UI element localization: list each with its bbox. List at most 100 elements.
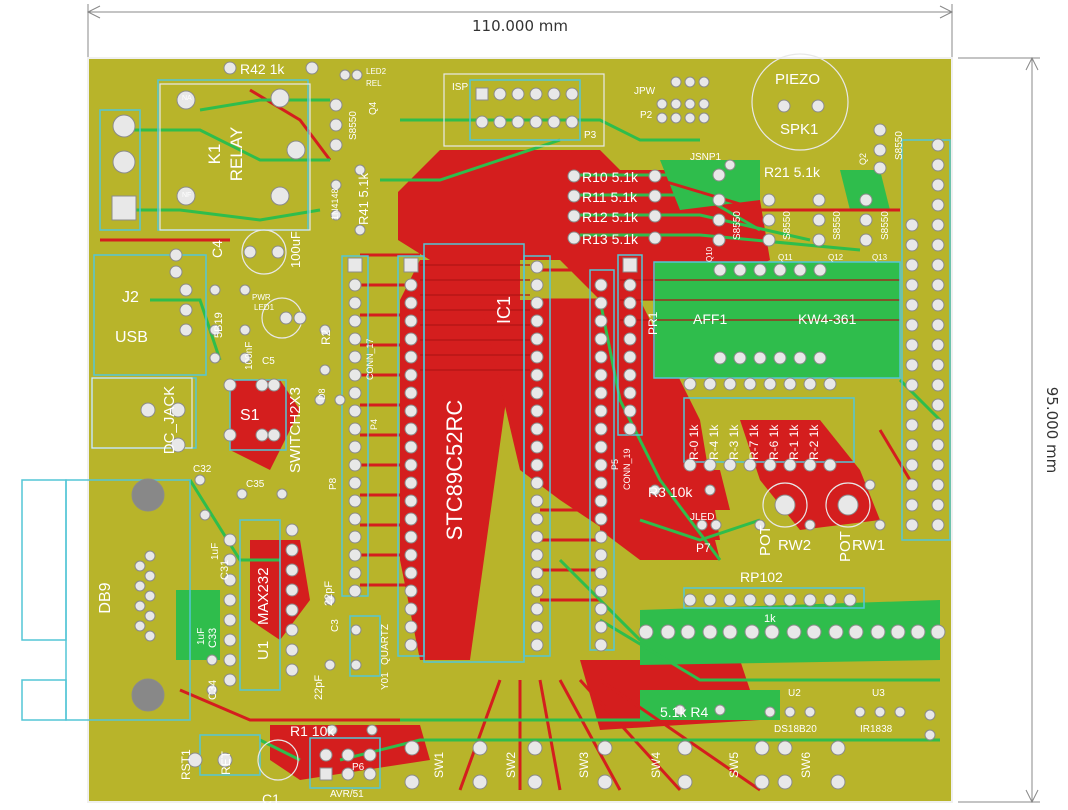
rw1-label: RW1: [852, 537, 885, 554]
quartz-label: QUARTZ: [380, 624, 391, 665]
q2-model-label: S8550: [894, 131, 905, 160]
dimension-height-label: 95.000 mm: [1043, 387, 1061, 473]
c34-label: C34: [207, 680, 219, 700]
c4-value-label: 100uF: [288, 231, 303, 268]
r10-label: R10 5.1k: [582, 169, 639, 185]
p8-label: P8: [328, 477, 339, 490]
p4-label: P4: [369, 419, 379, 430]
sw6-label: SW6: [799, 752, 813, 778]
r7-label: R-7 1k: [747, 424, 761, 460]
q4-label: Q4: [368, 101, 379, 115]
c22pf-a-label: 22pF: [323, 581, 335, 606]
q12-label: Q12: [828, 253, 844, 262]
q4-model-label: S8550: [348, 111, 359, 140]
u2-label: U2: [788, 688, 801, 699]
dimension-height: [958, 56, 1040, 804]
u1-label: U1: [255, 641, 272, 660]
c5-value-label: 100nF: [244, 342, 255, 370]
q11-label: Q11: [778, 253, 793, 262]
usb-label: USB: [115, 329, 148, 346]
j1-label: J1: [33, 591, 52, 609]
y01-label: Y01: [380, 672, 391, 690]
r3b-label: R-3 1k: [727, 424, 741, 460]
lcd12864-label: LCD12864/24M128: [972, 211, 982, 289]
display2-label: DISPLAY2: [958, 216, 969, 263]
c1-label: C1: [262, 791, 280, 807]
kw4-label: KW4-361: [798, 311, 857, 327]
r42-label: R42 1k: [240, 61, 285, 77]
jled-label: JLED: [690, 512, 714, 523]
avr51-label: AVR/51: [330, 789, 364, 800]
sw4-label: SW4: [649, 752, 663, 778]
c33-label: C33: [207, 628, 219, 648]
dc-jack-label: DC_JACK: [161, 386, 178, 454]
r21-label: R21 5.1k: [764, 164, 821, 180]
rp102-label: RP102: [740, 569, 783, 585]
mcu-label: STC89C52RC: [442, 400, 467, 541]
isp-label: ISP: [452, 82, 468, 93]
p2-label: P2: [640, 110, 653, 121]
db9-label: DB9: [97, 582, 114, 613]
c31-value-label: 1uF: [210, 543, 221, 560]
k2-conn3-label: K2 CONN_3: [63, 64, 85, 175]
c33-value-label: 1uF: [196, 628, 207, 645]
ds18b20-label: DS18B20: [774, 724, 817, 735]
conn17-label: CONN_17: [365, 338, 375, 380]
ir1838-label: IR1838: [860, 724, 893, 735]
r13-label: R13 5.1k: [582, 231, 639, 247]
jsnp1-label: JSNP1: [690, 152, 722, 163]
r1b-label: R-1 1k: [787, 424, 801, 460]
relay-label: RELAY: [227, 127, 246, 182]
j2-label: J2: [122, 289, 139, 306]
jpw-label: JPW: [634, 86, 656, 97]
pot2-label: POT: [757, 525, 774, 556]
r0-label: R-0 1k: [687, 424, 701, 460]
k1-label: K1: [205, 144, 224, 165]
max232-label: MAX232: [255, 567, 272, 625]
r12-label: R12 5.1k: [582, 209, 639, 225]
r11-label: R11 5.1k: [582, 189, 638, 205]
pr1-label: PR1: [646, 311, 660, 335]
p7-label: P7: [696, 541, 711, 555]
c31-label: C31: [219, 560, 231, 580]
ret-label: RET: [219, 750, 233, 775]
led1-label: LED1: [254, 303, 275, 312]
led2-label: LED2: [366, 67, 387, 76]
c35-label: C35: [246, 479, 265, 490]
r6-label: R-6 1k: [767, 424, 781, 460]
pwr-label: PWR: [252, 293, 271, 302]
p3-label: P3: [584, 130, 597, 141]
lcd16x2-label: LCD16X2: [980, 353, 991, 397]
switch-label: SWITCH2X3: [287, 387, 304, 473]
con1-label: CON1: [73, 398, 90, 443]
nf-label: NF: [182, 192, 191, 199]
spk1-label: SPK1: [780, 121, 818, 138]
d8-label: D8: [317, 388, 327, 400]
q12-model-label: S8550: [832, 211, 843, 240]
sb19-label: 5B19: [213, 312, 225, 338]
r4b-label: R-4 1k: [707, 424, 721, 460]
d4-label: 1N4148: [330, 188, 340, 220]
sw2-label: SW2: [504, 752, 518, 778]
sw1-label: SW1: [432, 752, 446, 778]
p5-label: P5: [610, 459, 620, 470]
rel-label: REL: [366, 79, 382, 88]
q2-label: Q2: [858, 153, 868, 165]
rp102-value-label: 1k: [764, 613, 776, 625]
u3-label: U3: [872, 688, 885, 699]
piezo-label: PIEZO: [775, 71, 820, 88]
aff1-label: AFF1: [693, 311, 727, 327]
q10-model-label: S8550: [732, 211, 743, 240]
r2-label: R2: [319, 329, 333, 345]
display1-label: DISPLAY1: [994, 351, 1005, 398]
sw3-label: SW3: [577, 752, 591, 778]
c4-label: C4: [209, 240, 225, 258]
rw2-label: RW2: [778, 537, 811, 554]
conn19-label: CONN_19: [622, 448, 632, 490]
s1-label: S1: [240, 407, 260, 424]
p6-label: P6: [352, 762, 365, 773]
r3-label: R3 10k: [648, 484, 693, 500]
pcb-layout-canvas: 110.000 mm 95.000 mm K2 CONN_3 R42 1k LE…: [21, 4, 1061, 807]
ic1-label: IC1: [494, 296, 514, 324]
r4-label: 5.1k R4: [660, 704, 708, 720]
